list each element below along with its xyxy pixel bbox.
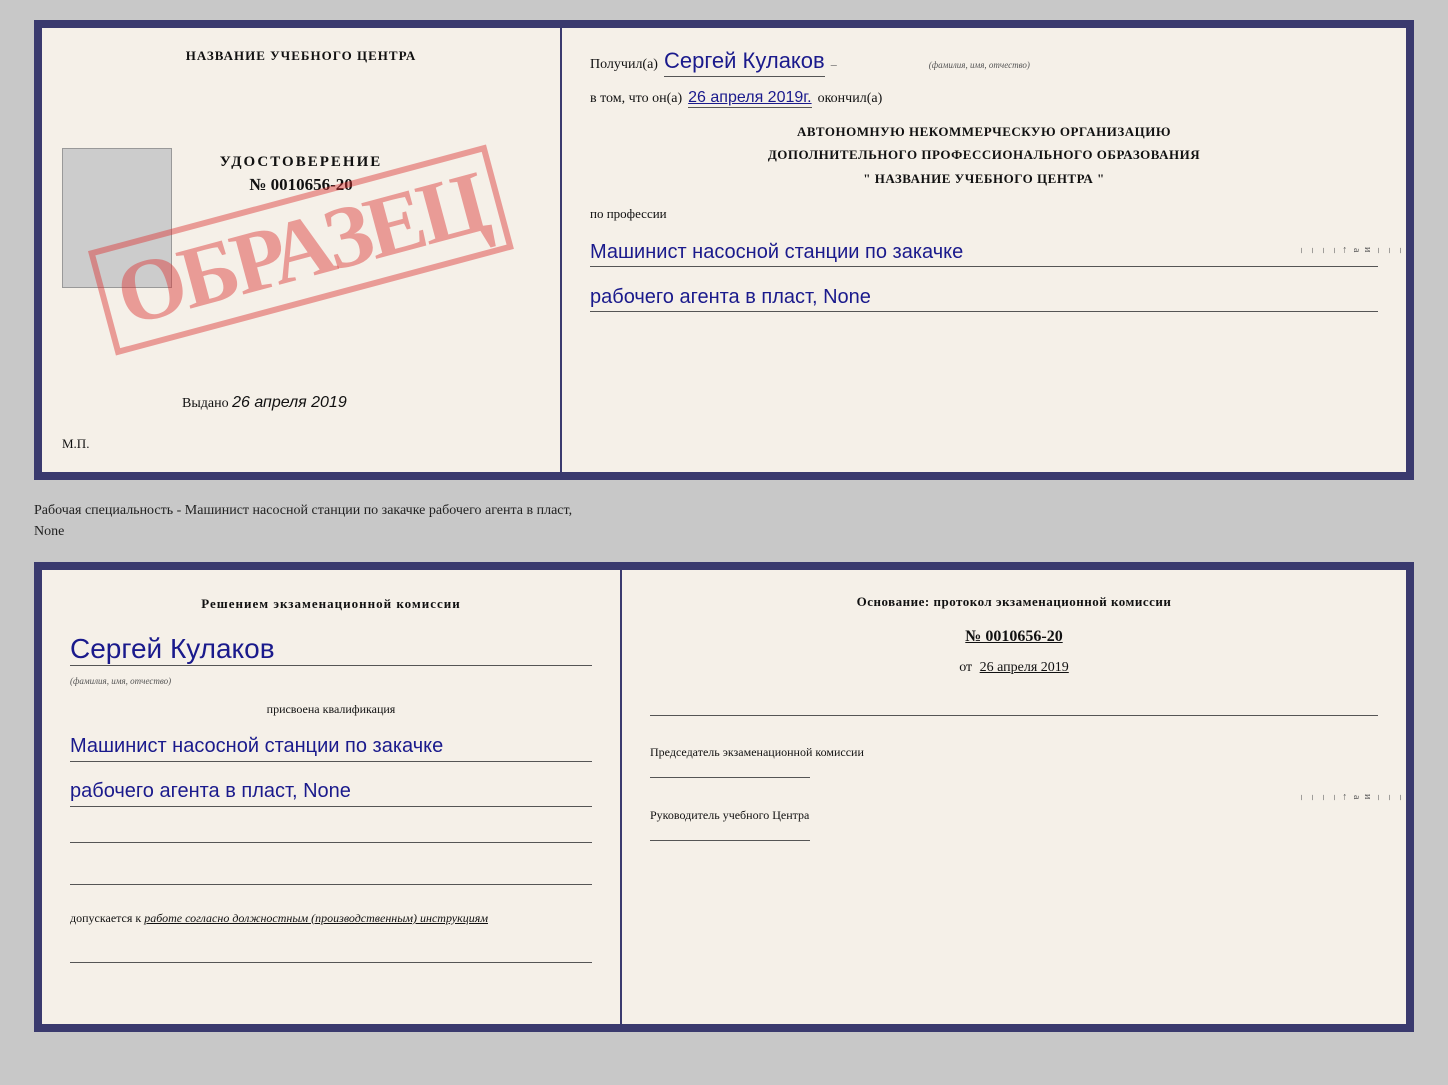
date-prefix: в том, что он(а) xyxy=(590,91,682,107)
issued-line: Выдано 26 апреля 2019 xyxy=(182,394,347,412)
qualification-label: присвоена квалификация xyxy=(70,702,592,717)
top-left-panel: НАЗВАНИЕ УЧЕБНОГО ЦЕНТРА ОБРАЗЕЦ УДОСТОВ… xyxy=(42,28,562,472)
cert-number: № 0010656-20 xyxy=(249,175,353,195)
blank-line-1 xyxy=(70,823,592,843)
admission-detail: работе согласно должностным (производств… xyxy=(144,911,488,925)
mp-label: М.П. xyxy=(62,436,89,452)
recipient-label: Получил(а) xyxy=(590,57,658,73)
protocol-date-value: 26 апреля 2019 xyxy=(980,660,1069,675)
separator-line1: Рабочая специальность - Машинист насосно… xyxy=(34,503,572,518)
recipient-name: Сергей Кулаков xyxy=(664,48,825,77)
director-label: Руководитель учебного Центра xyxy=(650,805,1378,827)
bottom-name-hint: (фамилия, имя, отчество) xyxy=(70,676,592,686)
issued-label: Выдано xyxy=(182,396,229,411)
admission-label: допускается к xyxy=(70,911,141,925)
protocol-date-prefix: от xyxy=(959,660,972,675)
photo-placeholder xyxy=(62,148,172,288)
date-suffix: окончил(а) xyxy=(818,91,883,107)
basis-blank-1 xyxy=(650,696,1378,716)
bottom-left-panel: Решением экзаменационной комиссии Сергей… xyxy=(42,570,622,1024)
top-right-panel: Получил(а) Сергей Кулаков – (фамилия, им… xyxy=(562,28,1406,472)
basis-title: Основание: протокол экзаменационной коми… xyxy=(650,594,1378,610)
commission-title: Решением экзаменационной комиссии xyxy=(70,594,592,615)
org-line1: АВТОНОМНУЮ НЕКОММЕРЧЕСКУЮ ОРГАНИЗАЦИЮ xyxy=(590,120,1378,143)
issued-date: 26 апреля 2019 xyxy=(232,394,347,411)
cert-label: УДОСТОВЕРЕНИЕ xyxy=(220,154,383,171)
org-line2: ДОПОЛНИТЕЛЬНОГО ПРОФЕССИОНАЛЬНОГО ОБРАЗО… xyxy=(590,143,1378,166)
blank-line-3 xyxy=(70,943,592,963)
bottom-right-panel: Основание: протокол экзаменационной коми… xyxy=(622,570,1406,1024)
chairman-label: Председатель экзаменационной комиссии xyxy=(650,742,1378,764)
director-sig-line xyxy=(650,840,810,841)
school-name-top: НАЗВАНИЕ УЧЕБНОГО ЦЕНТРА xyxy=(186,48,417,64)
bottom-right-edge-deco: –––иа←–––– xyxy=(1382,570,1406,1024)
certificate-top: НАЗВАНИЕ УЧЕБНОГО ЦЕНТРА ОБРАЗЕЦ УДОСТОВ… xyxy=(34,20,1414,480)
profession-line1: Машинист насосной станции по закачке xyxy=(590,238,1378,267)
chairman-sig-line xyxy=(650,777,810,778)
recipient-line: Получил(а) Сергей Кулаков – (фамилия, им… xyxy=(590,48,1378,77)
certificate-bottom: Решением экзаменационной комиссии Сергей… xyxy=(34,562,1414,1032)
protocol-number: № 0010656-20 xyxy=(650,628,1378,646)
org-block: АВТОНОМНУЮ НЕКОММЕРЧЕСКУЮ ОРГАНИЗАЦИЮ ДО… xyxy=(590,120,1378,190)
admission-text: допускается к работе согласно должностны… xyxy=(70,909,592,927)
director-block: Руководитель учебного Центра xyxy=(650,805,1378,848)
date-line: в том, что он(а) 26 апреля 2019г. окончи… xyxy=(590,89,1378,108)
recipient-hint: (фамилия, имя, отчество) xyxy=(929,60,1030,70)
qualification-line1: Машинист насосной станции по закачке xyxy=(70,731,592,762)
right-edge-deco: –––иа←–––– xyxy=(1382,28,1406,472)
blank-line-2 xyxy=(70,865,592,885)
profession-label: по профессии xyxy=(590,206,1378,222)
chairman-block: Председатель экзаменационной комиссии xyxy=(650,742,1378,785)
date-value: 26 апреля 2019г. xyxy=(688,89,811,108)
bottom-name: Сергей Кулаков xyxy=(70,633,592,666)
qualification-line2: рабочего агента в пласт, None xyxy=(70,776,592,807)
profession-line2: рабочего агента в пласт, None xyxy=(590,283,1378,312)
org-line3: " НАЗВАНИЕ УЧЕБНОГО ЦЕНТРА " xyxy=(590,167,1378,190)
protocol-date: от 26 апреля 2019 xyxy=(650,660,1378,676)
separator-line2: None xyxy=(34,524,64,539)
separator-text: Рабочая специальность - Машинист насосно… xyxy=(34,496,1414,546)
